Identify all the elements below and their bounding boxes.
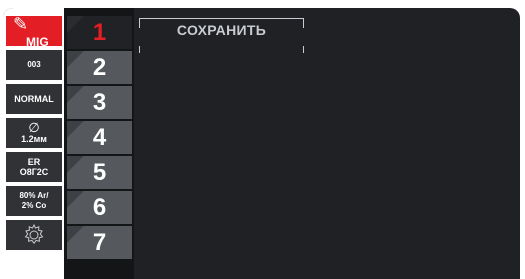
gas-mix-line2: 2% Co [21, 201, 47, 210]
screen: ✎ MIG 003 NORMAL ∅ 1.2мм ER О8Г2С 80% Ar… [3, 8, 520, 279]
gas-mix-line1: 80% Ar/ [19, 191, 49, 200]
process-label: MIG [26, 35, 49, 49]
mode-button[interactable]: NORMAL [6, 84, 62, 114]
slot-5-label: 5 [92, 158, 107, 186]
memory-slots: 1 2 3 4 5 6 7 [64, 8, 134, 279]
slot-1-button[interactable]: 1 [67, 16, 132, 49]
diameter-icon: ∅ [28, 120, 40, 135]
save-button[interactable]: СОХРАНИТЬ [139, 18, 304, 42]
save-bracket-right [303, 46, 304, 53]
program-number: 003 [6, 50, 62, 80]
diameter-label: 1.2мм [21, 134, 47, 144]
slot-6-label: 6 [92, 193, 107, 221]
save-label: СОХРАНИТЬ [176, 22, 267, 38]
wire-type[interactable]: ER О8Г2С [6, 152, 62, 182]
slot-4-button[interactable]: 4 [67, 121, 132, 154]
sidebar: ✎ MIG 003 NORMAL ∅ 1.2мм ER О8Г2С 80% Ar… [3, 8, 64, 279]
device-frame: ✎ MIG 003 NORMAL ∅ 1.2мм ER О8Г2С 80% Ar… [0, 0, 525, 279]
slot-2-label: 2 [92, 53, 107, 81]
slot-7-button[interactable]: 7 [67, 226, 132, 259]
slot-3-button[interactable]: 3 [67, 86, 132, 119]
slot-7-label: 7 [92, 228, 107, 256]
mode-label: NORMAL [14, 94, 54, 104]
program-number-label: 003 [27, 60, 41, 69]
save-bracket-left [139, 46, 140, 53]
wire-type-line1: ER [27, 157, 41, 167]
slot-4-label: 4 [92, 123, 107, 151]
slot-3-label: 3 [92, 88, 107, 116]
torch-icon: ✎ [13, 14, 29, 34]
gear-icon [24, 223, 44, 245]
slot-2-button[interactable]: 2 [67, 51, 132, 84]
wire-type-line2: О8Г2С [19, 167, 49, 177]
slot-6-button[interactable]: 6 [67, 191, 132, 224]
mig-process-button[interactable]: ✎ MIG [6, 14, 62, 49]
wire-diameter[interactable]: ∅ 1.2мм [6, 118, 62, 148]
slot-5-button[interactable]: 5 [67, 156, 132, 189]
slot-1-label: 1 [92, 18, 107, 46]
gas-mix[interactable]: 80% Ar/ 2% Co [6, 186, 62, 216]
settings-button[interactable] [6, 220, 62, 250]
